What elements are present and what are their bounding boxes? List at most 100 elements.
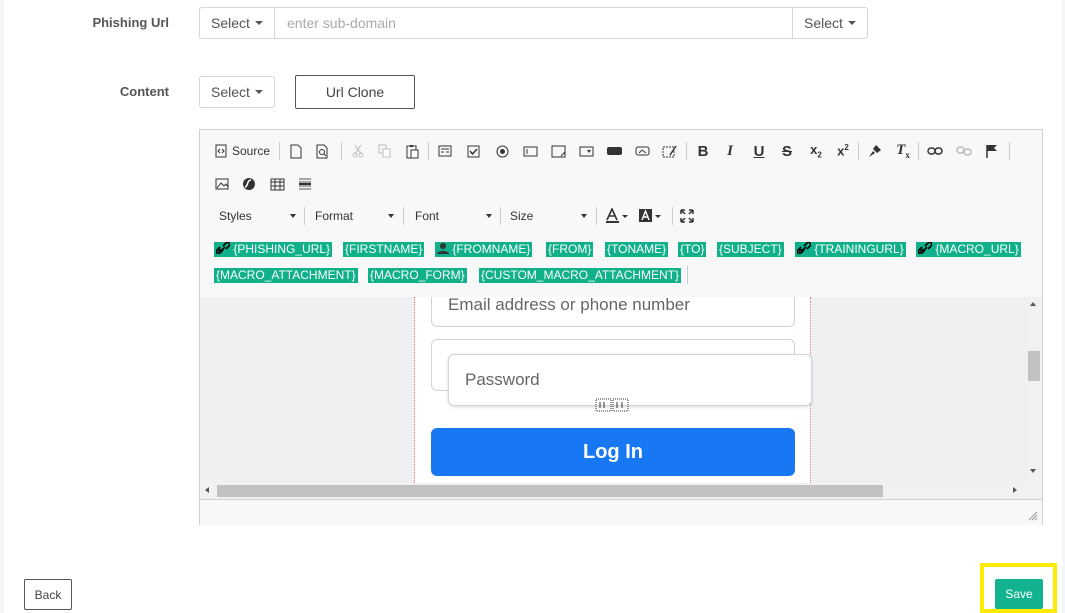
format-combo[interactable]: Format bbox=[310, 205, 398, 227]
form-button[interactable] bbox=[437, 142, 453, 160]
superscript-icon: x2 bbox=[837, 143, 849, 159]
text-field-button[interactable] bbox=[522, 142, 538, 160]
button-field-button[interactable] bbox=[606, 142, 622, 160]
font-combo[interactable]: Font bbox=[410, 205, 496, 227]
resize-handle-icon[interactable] bbox=[1028, 511, 1038, 521]
horizontal-line-icon bbox=[299, 178, 311, 190]
save-button[interactable]: Save bbox=[995, 579, 1043, 609]
editor-content-area[interactable]: Email address or phone number Password L… bbox=[200, 297, 1026, 483]
new-page-button[interactable] bbox=[288, 142, 304, 160]
remove-format-button[interactable]: Tx bbox=[894, 142, 912, 160]
source-icon bbox=[215, 144, 227, 158]
tag-trainingurl[interactable]: {TRAININGURL} bbox=[795, 242, 906, 257]
url-clone-button[interactable]: Url Clone bbox=[295, 75, 415, 109]
tag-macro-attachment[interactable]: {MACRO_ATTACHMENT} bbox=[214, 268, 358, 283]
scroll-up-icon[interactable] bbox=[1030, 302, 1036, 306]
tag-macro-form[interactable]: {MACRO_FORM} bbox=[368, 268, 467, 283]
scissors-icon bbox=[352, 144, 364, 158]
strikethrough-button[interactable]: S bbox=[779, 142, 795, 160]
superscript-button[interactable]: x2 bbox=[834, 142, 852, 160]
text-color-icon bbox=[606, 208, 628, 223]
vertical-scroll-thumb[interactable] bbox=[1028, 351, 1040, 381]
tag-from[interactable]: {FROM} bbox=[546, 242, 594, 257]
cut-button[interactable] bbox=[350, 142, 366, 160]
caret-down-icon bbox=[847, 21, 856, 25]
tag-macro-url[interactable]: {MACRO_URL} bbox=[916, 242, 1021, 257]
caret-down-icon bbox=[290, 214, 296, 218]
maximize-icon bbox=[680, 209, 694, 223]
phishing-url-label: Phishing Url bbox=[92, 15, 169, 30]
copy-icon bbox=[378, 144, 390, 158]
background-color-button[interactable] bbox=[637, 207, 663, 225]
preview-icon bbox=[316, 144, 327, 158]
text-color-button[interactable] bbox=[604, 207, 630, 225]
tag-phishing-url[interactable]: {PHISHING_URL} bbox=[214, 242, 333, 257]
image-button[interactable] bbox=[214, 175, 230, 193]
link-button[interactable] bbox=[926, 142, 944, 160]
tag-firstname[interactable]: {FIRSTNAME} bbox=[343, 242, 425, 257]
tag-custom-macro-attachment[interactable]: {CUSTOM_MACRO_ATTACHMENT} bbox=[479, 268, 682, 283]
radio-icon bbox=[496, 145, 508, 157]
size-combo[interactable]: Size bbox=[505, 205, 591, 227]
tag-fromname[interactable]: {FROMNAME} bbox=[435, 242, 533, 257]
toolbar-separator bbox=[500, 207, 501, 225]
paste-button[interactable] bbox=[404, 142, 420, 160]
anchor-button[interactable] bbox=[983, 142, 999, 160]
link-icon bbox=[918, 242, 932, 254]
styles-combo[interactable]: Styles bbox=[214, 205, 300, 227]
textarea-button[interactable] bbox=[550, 142, 566, 160]
tag-label: {TRAININGURL} bbox=[814, 242, 904, 256]
subdomain-input[interactable]: enter sub-domain bbox=[275, 7, 792, 39]
tag-subject[interactable]: {SUBJECT} bbox=[717, 242, 784, 257]
table-button[interactable] bbox=[269, 175, 285, 193]
select-label: Select bbox=[211, 84, 250, 100]
copy-button[interactable] bbox=[376, 142, 392, 160]
image-button-icon bbox=[635, 146, 649, 156]
select-field-button[interactable] bbox=[578, 142, 594, 160]
flash-icon bbox=[243, 178, 255, 190]
image-button-field-button[interactable] bbox=[634, 142, 650, 160]
tag-toname[interactable]: {TONAME} bbox=[605, 242, 669, 257]
underline-button[interactable]: U bbox=[751, 142, 767, 160]
content-template-select[interactable]: Select bbox=[199, 76, 275, 108]
phishing-domain-select[interactable]: Select bbox=[792, 7, 868, 39]
tag-label: {MACRO_ATTACHMENT} bbox=[216, 268, 356, 282]
preview-button[interactable] bbox=[314, 142, 330, 160]
rich-text-editor: Source B I U S x2 x2 Tx Styles Format Fo… bbox=[199, 129, 1043, 525]
password-input-preview[interactable]: Password bbox=[448, 354, 812, 406]
radio-button[interactable] bbox=[494, 142, 510, 160]
scroll-down-icon[interactable] bbox=[1030, 469, 1036, 473]
back-button[interactable]: Back bbox=[24, 579, 72, 610]
horizontal-line-button[interactable] bbox=[297, 175, 313, 193]
subscript-button[interactable]: x2 bbox=[807, 142, 825, 160]
hidden-field-button[interactable] bbox=[661, 142, 677, 160]
login-button-preview[interactable]: Log In bbox=[431, 428, 795, 476]
subscript-icon: x2 bbox=[810, 142, 822, 160]
toolbar-separator bbox=[687, 266, 688, 284]
editor-status-bar bbox=[200, 499, 1042, 525]
scroll-left-icon[interactable] bbox=[205, 487, 209, 493]
editor-toolbar: Source B I U S x2 x2 Tx Styles Format Fo… bbox=[200, 130, 1042, 297]
tag-label: {SUBJECT} bbox=[719, 242, 782, 256]
flash-button[interactable] bbox=[241, 175, 257, 193]
toolbar-separator bbox=[918, 142, 919, 160]
editor-horizontal-scrollbar[interactable] bbox=[200, 483, 1042, 499]
email-input-preview[interactable]: Email address or phone number bbox=[431, 297, 795, 327]
source-button[interactable]: Source bbox=[214, 142, 270, 160]
scroll-right-icon[interactable] bbox=[1013, 487, 1017, 493]
checkbox-button[interactable] bbox=[465, 142, 481, 160]
tag-to[interactable]: {TO} bbox=[678, 242, 707, 257]
maximize-button[interactable] bbox=[679, 207, 695, 225]
phishing-url-protocol-select[interactable]: Select bbox=[199, 7, 275, 39]
italic-button[interactable]: I bbox=[722, 142, 738, 160]
button-field-icon bbox=[606, 147, 622, 155]
toolbar-separator bbox=[428, 142, 429, 160]
unlink-icon bbox=[956, 146, 972, 156]
toolbar-separator bbox=[279, 142, 280, 160]
bold-button[interactable]: B bbox=[695, 142, 711, 160]
editor-vertical-scrollbar[interactable] bbox=[1026, 297, 1042, 483]
unlink-button[interactable] bbox=[955, 142, 973, 160]
copy-formatting-button[interactable] bbox=[866, 142, 882, 160]
horizontal-scroll-thumb[interactable] bbox=[217, 485, 883, 497]
select-field-icon bbox=[579, 146, 593, 156]
